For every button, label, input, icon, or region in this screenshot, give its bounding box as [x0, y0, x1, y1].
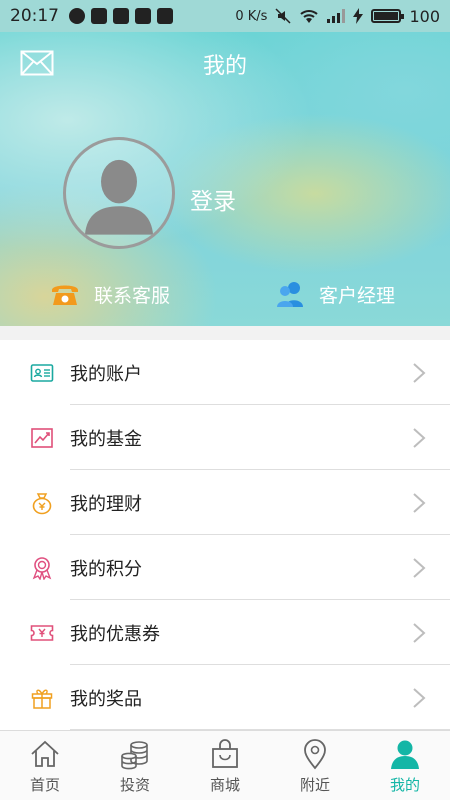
nav-nearby[interactable]: 附近 — [270, 731, 360, 800]
nav-label: 商城 — [209, 776, 240, 794]
home-icon — [31, 740, 59, 767]
location-pin-icon — [304, 739, 326, 770]
status-time: 20:17 — [10, 6, 59, 26]
coupon-icon — [30, 625, 54, 641]
chevron-right-icon — [413, 688, 426, 708]
menu-item-label: 我的奖品 — [70, 688, 142, 710]
menu-item-fund[interactable]: 我的基金 — [0, 405, 450, 470]
nav-label: 投资 — [119, 776, 150, 794]
notification-icon — [91, 8, 107, 24]
menu-item-finance[interactable]: 我的理财 — [0, 470, 450, 535]
page-title: 我的 — [202, 54, 247, 79]
status-bar: 20:17 0 K/s 100 — [0, 0, 450, 32]
battery-level: 100 — [409, 6, 440, 26]
menu-item-points[interactable]: 我的积分 — [0, 535, 450, 600]
menu-item-coupon[interactable]: 我的优惠券 — [0, 600, 450, 665]
chevron-right-icon — [413, 623, 426, 643]
id-card-icon — [30, 364, 54, 382]
users-icon — [277, 282, 303, 307]
chevron-right-icon — [413, 558, 426, 578]
person-icon — [391, 740, 419, 769]
nav-label: 首页 — [29, 776, 60, 794]
phone-icon — [52, 285, 78, 305]
bottom-nav: 首页 投资 商城 附近 我的 — [0, 730, 450, 800]
contact-service-label: 联系客服 — [94, 284, 171, 307]
document-icon — [135, 8, 151, 24]
upload-icon — [157, 8, 173, 24]
mute-icon — [275, 8, 291, 24]
wifi-icon — [300, 10, 319, 23]
avatar-placeholder-icon — [84, 159, 154, 235]
menu-item-label: 我的账户 — [70, 363, 142, 385]
signal-icon — [327, 9, 346, 23]
net-speed: 0 K/s — [235, 8, 268, 24]
avatar[interactable] — [63, 137, 175, 249]
medal-icon — [32, 557, 52, 580]
menu-item-account[interactable]: 我的账户 — [0, 340, 450, 405]
nav-home[interactable]: 首页 — [0, 731, 90, 800]
nav-label: 附近 — [299, 776, 330, 794]
video-icon — [113, 8, 129, 24]
menu-list: 我的账户 我的基金 我的理财 我的积分 我的优惠券 我的奖品 — [0, 340, 450, 730]
money-bag-icon — [32, 493, 52, 515]
message-icon — [69, 8, 85, 24]
nav-mine[interactable]: 我的 — [360, 731, 450, 800]
login-link[interactable]: 登录 — [190, 182, 236, 216]
shopping-bag-icon — [212, 739, 238, 768]
profile-header: 我的 登录 联系客服 客户经理 — [0, 32, 450, 326]
menu-item-label: 我的基金 — [70, 428, 142, 450]
menu-item-prize[interactable]: 我的奖品 — [0, 665, 450, 730]
chevron-right-icon — [413, 363, 426, 383]
nav-mall[interactable]: 商城 — [180, 731, 270, 800]
account-manager-label: 客户经理 — [319, 284, 396, 307]
gift-icon — [31, 689, 53, 709]
menu-item-label: 我的理财 — [70, 493, 142, 515]
nav-label: 我的 — [389, 776, 420, 794]
account-manager-button[interactable]: 客户经理 — [275, 279, 395, 309]
menu-item-label: 我的优惠券 — [70, 623, 160, 645]
chevron-right-icon — [413, 493, 426, 513]
charging-icon — [353, 8, 364, 24]
trend-chart-icon — [31, 428, 53, 448]
nav-invest[interactable]: 投资 — [90, 731, 180, 800]
battery-icon — [371, 9, 405, 23]
contact-service-button[interactable]: 联系客服 — [50, 279, 170, 309]
coins-icon — [121, 741, 148, 770]
menu-item-label: 我的积分 — [70, 558, 142, 580]
chevron-right-icon — [413, 428, 426, 448]
